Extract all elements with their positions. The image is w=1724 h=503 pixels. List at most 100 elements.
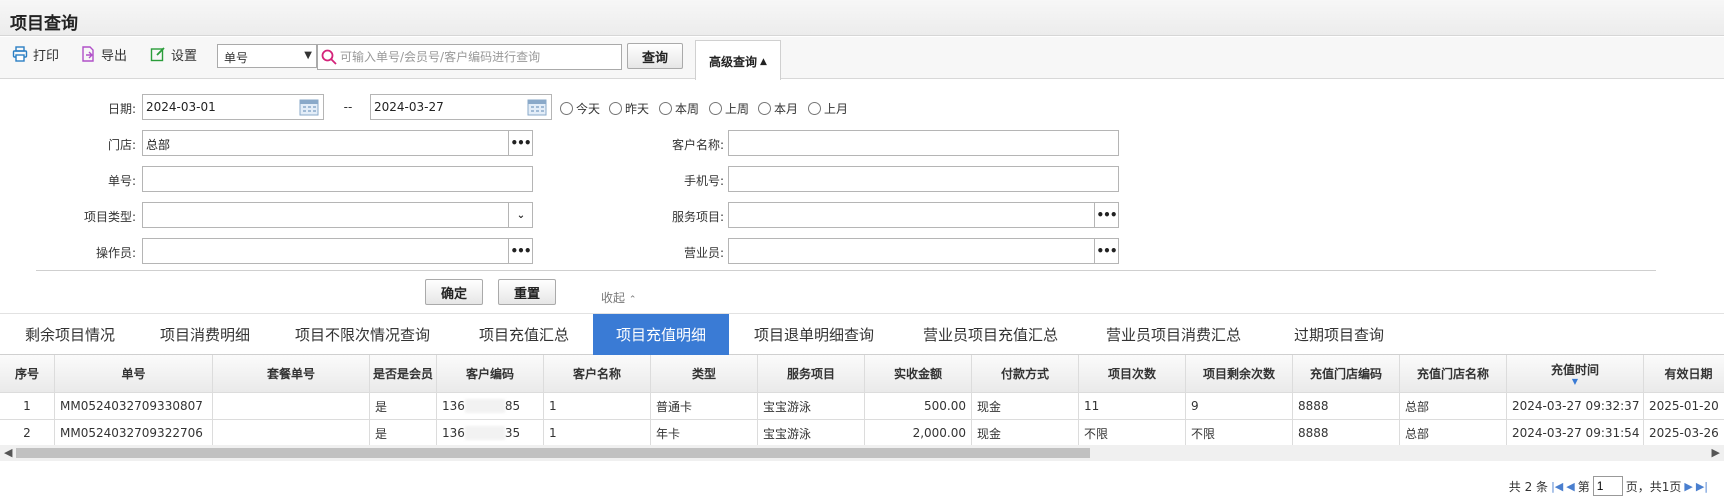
advanced-query-tab[interactable]: 高级查询 ▲ <box>695 40 781 82</box>
column-header[interactable]: 单号 <box>55 355 213 393</box>
scroll-left-icon[interactable]: ◀ <box>4 446 12 459</box>
radio-last-week[interactable]: 上周 <box>709 100 749 117</box>
column-header[interactable]: 是否是会员 <box>370 355 437 393</box>
column-header[interactable]: 充值门店名称 <box>1400 355 1507 393</box>
more-icon[interactable]: ••• <box>508 131 532 155</box>
chevron-down-icon[interactable]: ⌄ <box>508 203 532 227</box>
tab-remaining-items[interactable]: 剩余项目情况 <box>0 314 140 355</box>
collapse-link[interactable]: 收起 ⌃ <box>601 289 636 306</box>
radio-last-month[interactable]: 上月 <box>808 100 848 117</box>
store-code-cell: 8888 <box>1293 420 1400 447</box>
column-header[interactable]: 序号 <box>0 355 55 393</box>
search-type-select[interactable]: 单号 ▼ <box>217 44 317 68</box>
service-item-cell: 宝宝游泳 <box>758 420 865 447</box>
salesperson-input[interactable]: ••• <box>728 238 1119 264</box>
caret-up-icon: ⌃ <box>628 295 637 305</box>
date-label: 日期: <box>107 102 136 116</box>
tab-unlimited-items[interactable]: 项目不限次情况查询 <box>270 314 455 355</box>
tab-recharge-summary[interactable]: 项目充值汇总 <box>455 314 593 355</box>
column-header[interactable]: 客户编码 <box>437 355 544 393</box>
table-row[interactable]: 2 MM0524032709322706 是 136 35 1 年卡 宝宝游泳 … <box>0 420 1724 447</box>
date-from-input[interactable]: 2024-03-01 <box>142 94 324 120</box>
order-no-cell: MM0524032709330807 <box>55 393 213 420</box>
more-icon[interactable]: ••• <box>1094 239 1118 263</box>
search-icon <box>321 49 337 65</box>
tab-sales-consumption-summary[interactable]: 营业员项目消费汇总 <box>1082 314 1265 355</box>
export-button[interactable]: 导出 <box>80 44 127 64</box>
search-input[interactable] <box>340 48 618 66</box>
tab-sales-recharge-summary[interactable]: 营业员项目充值汇总 <box>899 314 1082 355</box>
radio-today[interactable]: 今天 <box>560 100 600 117</box>
reset-button[interactable]: 重置 <box>498 279 556 305</box>
table-row[interactable]: 1 MM0524032709330807 是 136 85 1 普通卡 宝宝游泳… <box>0 393 1724 420</box>
redaction-blur <box>464 399 505 413</box>
last-page-icon[interactable]: ▶| <box>1696 480 1708 493</box>
more-icon[interactable]: ••• <box>508 239 532 263</box>
payment-cell: 现金 <box>972 393 1079 420</box>
prev-page-icon[interactable]: ◀ <box>1566 480 1574 493</box>
column-header[interactable]: 项目剩余次数 <box>1186 355 1293 393</box>
tab-recharge-detail[interactable]: 项目充值明细 <box>593 314 729 355</box>
is-member-cell: 是 <box>370 393 437 420</box>
item-count-cell: 不限 <box>1079 420 1186 447</box>
column-header[interactable]: 付款方式 <box>972 355 1079 393</box>
query-button[interactable]: 查询 <box>627 43 683 69</box>
total-count: 共 2 条 <box>1508 479 1549 494</box>
item-count-cell: 11 <box>1079 393 1186 420</box>
collapse-label: 收起 <box>601 291 626 305</box>
next-page-icon[interactable]: ▶ <box>1684 480 1692 493</box>
date-to-value: 2024-03-27 <box>374 100 444 114</box>
column-header[interactable]: 实收金额 <box>865 355 972 393</box>
column-header-label: 充值时间 <box>1550 363 1599 377</box>
title-bar: 项目查询 <box>0 0 1724 36</box>
service-item-cell: 宝宝游泳 <box>758 393 865 420</box>
payment-cell: 现金 <box>972 420 1079 447</box>
column-header[interactable]: 客户名称 <box>544 355 651 393</box>
horizontal-scrollbar[interactable]: ◀ ▶ <box>0 445 1724 461</box>
page-number-input[interactable] <box>1592 476 1623 496</box>
radio-this-week[interactable]: 本周 <box>659 100 699 117</box>
page-suffix: 页，共1页 <box>1625 479 1682 494</box>
column-header[interactable]: 有效日期 <box>1644 355 1724 393</box>
date-to-input[interactable]: 2024-03-27 <box>370 94 552 120</box>
column-header[interactable]: 服务项目 <box>758 355 865 393</box>
order-input[interactable] <box>142 166 533 192</box>
scroll-right-icon[interactable]: ▶ <box>1712 446 1720 459</box>
remaining-count-cell: 9 <box>1186 393 1293 420</box>
is-member-cell: 是 <box>370 420 437 447</box>
print-button[interactable]: 打印 <box>12 44 59 64</box>
pagination: 共 2 条 |◀ ◀ 第 页，共1页 ▶ ▶| <box>1509 476 1708 496</box>
export-label: 导出 <box>101 48 128 64</box>
tab-refund-detail[interactable]: 项目退单明细查询 <box>729 314 899 355</box>
service-item-label: 服务项目: <box>671 210 724 224</box>
print-label: 打印 <box>33 48 60 64</box>
date-from-value: 2024-03-01 <box>146 100 216 114</box>
page-title: 项目查询 <box>10 14 78 34</box>
column-header[interactable]: 套餐单号 <box>213 355 370 393</box>
confirm-button[interactable]: 确定 <box>425 279 483 305</box>
settings-button[interactable]: 设置 <box>150 44 197 64</box>
operator-input[interactable]: ••• <box>142 238 533 264</box>
customer-name-cell: 1 <box>544 393 651 420</box>
column-header[interactable]: 充值门店编码 <box>1293 355 1400 393</box>
column-header[interactable]: 项目次数 <box>1079 355 1186 393</box>
customer-name-input[interactable] <box>728 130 1119 156</box>
radio-yesterday[interactable]: 昨天 <box>609 100 649 117</box>
tab-item-consumption[interactable]: 项目消费明细 <box>140 314 270 355</box>
column-header-sorted[interactable]: 充值时间 ▼ <box>1507 355 1644 393</box>
item-type-select[interactable]: ⌄ <box>142 202 533 228</box>
more-icon[interactable]: ••• <box>1094 203 1118 227</box>
service-item-input[interactable]: ••• <box>728 202 1119 228</box>
radio-label: 本月 <box>774 102 799 116</box>
radio-label: 昨天 <box>625 102 650 116</box>
store-value: 总部 <box>146 138 171 152</box>
redaction-blur <box>464 426 505 440</box>
store-input[interactable]: 总部 ••• <box>142 130 533 156</box>
recharge-time-cell: 2024-03-27 09:32:37 <box>1507 393 1644 420</box>
scrollbar-thumb[interactable] <box>16 448 1090 458</box>
first-page-icon[interactable]: |◀ <box>1551 480 1563 493</box>
phone-input[interactable] <box>728 166 1119 192</box>
radio-this-month[interactable]: 本月 <box>758 100 798 117</box>
tab-expired-items[interactable]: 过期项目查询 <box>1265 314 1413 355</box>
column-header[interactable]: 类型 <box>651 355 758 393</box>
